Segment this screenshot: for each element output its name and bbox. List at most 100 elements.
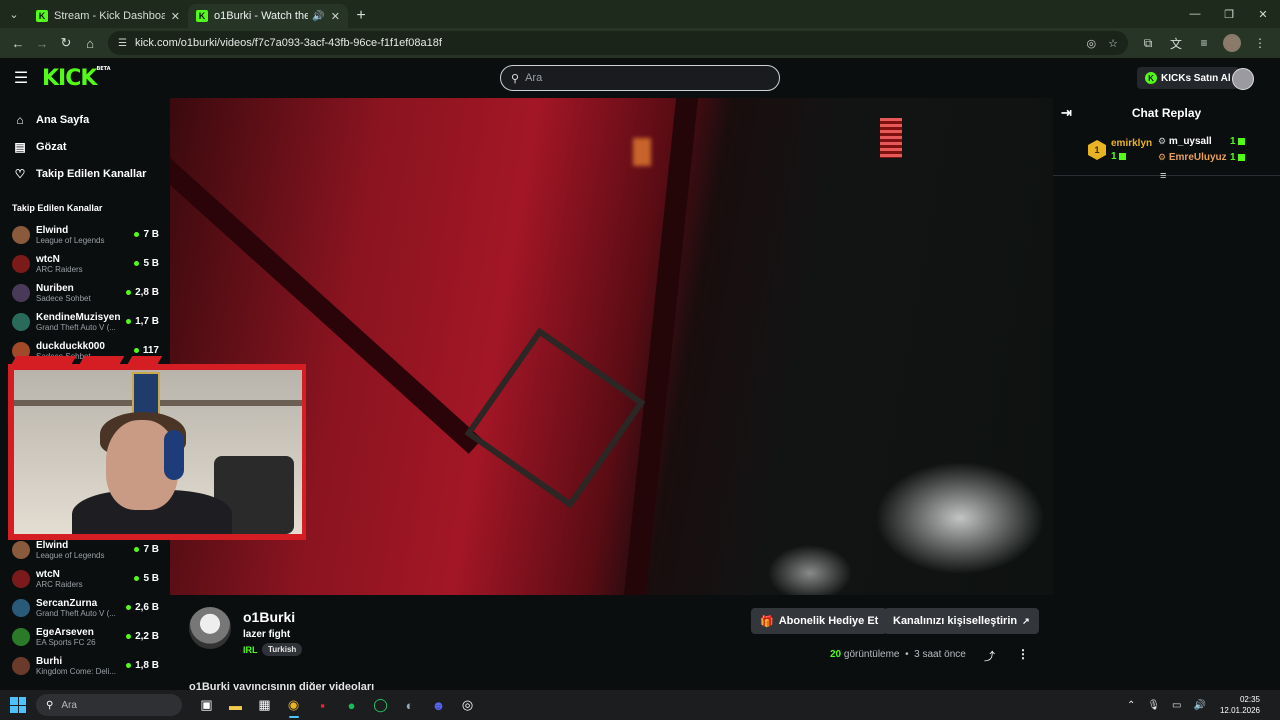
share-icon[interactable]: ⤴	[984, 648, 995, 664]
channel-category: Grand Theft Auto V (...	[36, 322, 116, 332]
sidebar-channel-item[interactable]: wtcN ARC Raiders 5 B	[0, 249, 170, 278]
home-icon[interactable]: ⌂	[78, 31, 102, 55]
leaderboard-entry[interactable]: emirklyn	[1111, 138, 1152, 149]
webcam-overlay	[0, 352, 312, 546]
tab-kick-dashboard[interactable]: K Stream - Kick Dashboard ✕	[28, 4, 188, 28]
channel-name[interactable]: o1Burki	[243, 609, 295, 625]
volume-icon[interactable]: 🔊	[1194, 700, 1206, 711]
user-avatar[interactable]	[1232, 68, 1254, 90]
sidebar-item-label: Gözat	[36, 140, 67, 153]
sidebar-item-home[interactable]: ⌂ Ana Sayfa	[0, 106, 170, 133]
gift-sub-button[interactable]: 🎁 Abonelik Hediye Et	[751, 608, 888, 634]
site-info-icon[interactable]: ☰	[118, 38, 127, 49]
tab-close-icon[interactable]: ✕	[171, 10, 180, 23]
speaker-icon[interactable]: 🔊	[312, 11, 324, 22]
channel-name: wtcN	[36, 568, 60, 580]
more-options-icon[interactable]: ⋮	[1017, 647, 1029, 661]
sidebar-item-browse[interactable]: ▤ Gözat	[0, 133, 170, 160]
spotify-icon[interactable]: ●	[337, 690, 366, 720]
extensions-icon[interactable]: ⧉	[1134, 31, 1162, 55]
webcam-image	[14, 370, 302, 534]
steam-icon[interactable]: ◐	[395, 690, 424, 720]
customize-channel-label: Kanalınızı kişiselleştirin	[893, 615, 1018, 627]
gift-icon	[1118, 152, 1126, 160]
channel-avatar	[12, 312, 30, 331]
leaderboard-entry[interactable]: ⚙ EmreUluyuz	[1158, 152, 1227, 163]
expand-leaderboard-icon[interactable]: ≡	[1160, 170, 1166, 182]
channel-name: Elwind	[36, 224, 69, 236]
browser-menu-icon[interactable]: ⋮	[1246, 31, 1274, 55]
obs-icon[interactable]: ◎	[453, 690, 482, 720]
channel-name: Burhi	[36, 655, 63, 667]
store-icon[interactable]: ▦	[250, 690, 279, 720]
gift-sub-label: Abonelik Hediye Et	[778, 615, 879, 627]
buy-kicks-button[interactable]: K KICKs Satın Al	[1137, 67, 1239, 89]
kick-logo[interactable]: KICKBETA	[42, 66, 111, 91]
task-view-icon[interactable]: ▣	[192, 690, 221, 720]
app-red-icon[interactable]: ▪	[308, 690, 337, 720]
hamburger-menu-icon[interactable]: ☰	[0, 68, 42, 88]
start-button[interactable]	[0, 697, 36, 713]
viewer-count: 1,8 B	[126, 660, 159, 671]
gift-icon	[1237, 153, 1245, 161]
discord-icon[interactable]: ☻	[424, 690, 453, 720]
kicks-coin-icon: K	[1145, 72, 1157, 84]
leaderboard-entry[interactable]: ⚙ m_uysall	[1158, 136, 1212, 147]
chat-title: Chat Replay	[1131, 106, 1202, 120]
viewer-count: 1,7 B	[126, 316, 159, 327]
rank-medal-icon: 1	[1088, 140, 1106, 160]
display-icon[interactable]: ▭	[1172, 700, 1181, 711]
channel-name: wtcN	[36, 253, 60, 265]
channel-avatar[interactable]	[189, 607, 231, 649]
bookmark-star-icon[interactable]: ☆	[1108, 37, 1118, 50]
chat-header: ⇥ Chat Replay	[1053, 98, 1280, 128]
media-control-icon[interactable]: ≡	[1190, 31, 1218, 55]
sidebar-channel-item[interactable]: Nuriben Sadece Sohbet 2,8 B	[0, 278, 170, 307]
new-tab-button[interactable]: +	[348, 4, 374, 28]
back-icon[interactable]: ←	[6, 31, 30, 55]
browse-icon: ▤	[14, 139, 26, 154]
tab-kick-vod[interactable]: K o1Burki - Watch the VOD o 🔊 ✕	[188, 4, 348, 28]
sidebar-channel-item[interactable]: KendineMuzisyen Grand Theft Auto V (... 1,…	[0, 307, 170, 336]
home-icon: ⌂	[16, 112, 24, 127]
channel-avatar	[12, 598, 30, 617]
forward-icon[interactable]: →	[30, 31, 54, 55]
video-info: o1Burki lazer fight IRL Turkish 🎁 Abonel…	[170, 595, 1053, 690]
sidebar-channel-item[interactable]: EgeArseven EA Sports FC 26 2,2 B	[0, 622, 170, 651]
translate-icon[interactable]: 文	[1162, 31, 1190, 55]
sidebar-item-label: Takip Edilen Kanallar	[36, 167, 147, 180]
file-explorer-icon[interactable]: ▬	[221, 690, 250, 720]
heart-icon: ♡	[14, 166, 26, 181]
channel-avatar	[12, 569, 30, 588]
taskbar-search[interactable]: ⚲ Ara	[36, 694, 182, 716]
collapse-chat-icon[interactable]: ⇥	[1061, 105, 1072, 121]
sidebar-channel-item[interactable]: Burhi Kingdom Come: Deli... 1,8 B	[0, 651, 170, 680]
language-tag[interactable]: Turkish	[262, 643, 303, 656]
window-controls: — ❐ ✕	[1178, 0, 1280, 28]
taskbar-clock[interactable]: 02:35 12.01.2026	[1220, 694, 1260, 716]
customize-channel-button[interactable]: Kanalınızı kişiselleştirin ↗	[884, 608, 1039, 634]
search-input[interactable]: ⚲ Ara	[500, 65, 780, 91]
category-link[interactable]: IRL	[243, 645, 258, 655]
sidebar-channel-item[interactable]: SercanZurna Grand Theft Auto V (... 2,6 B	[0, 593, 170, 622]
sidebar-channel-item[interactable]: Elwind League of Legends 7 B	[0, 220, 170, 249]
gift-leaderboard: 1 emirklyn 1 ⚙ m_uysall 1 ⚙ EmreUluyuz 1	[1053, 130, 1280, 176]
tab-close-icon[interactable]: ✕	[331, 10, 340, 23]
sidebar-channel-item[interactable]: wtcN ARC Raiders 5 B	[0, 564, 170, 593]
microphone-icon[interactable]: 🎙	[1147, 700, 1160, 711]
sidebar-item-following[interactable]: ♡ Takip Edilen Kanallar	[0, 160, 170, 187]
search-icon: ⚲	[511, 72, 520, 85]
tab-search-icon[interactable]: ⌄	[0, 0, 28, 28]
profile-avatar[interactable]	[1218, 31, 1246, 55]
reload-icon[interactable]: ↻	[54, 31, 78, 55]
eye-off-icon[interactable]: ◎	[1087, 37, 1097, 50]
chrome-icon[interactable]: ◉	[279, 690, 308, 720]
close-window-icon[interactable]: ✕	[1246, 0, 1280, 28]
tray-overflow-icon[interactable]: ⌃	[1127, 700, 1135, 711]
whatsapp-icon[interactable]: ◯	[366, 690, 395, 720]
tab-label: Stream - Kick Dashboard	[54, 10, 165, 22]
restore-icon[interactable]: ❐	[1212, 0, 1246, 28]
channel-name: EgeArseven	[36, 626, 94, 638]
omnibox[interactable]: ☰ kick.com/o1burki/videos/f7c7a093-3acf-…	[108, 31, 1128, 55]
minimize-icon[interactable]: —	[1178, 0, 1212, 28]
